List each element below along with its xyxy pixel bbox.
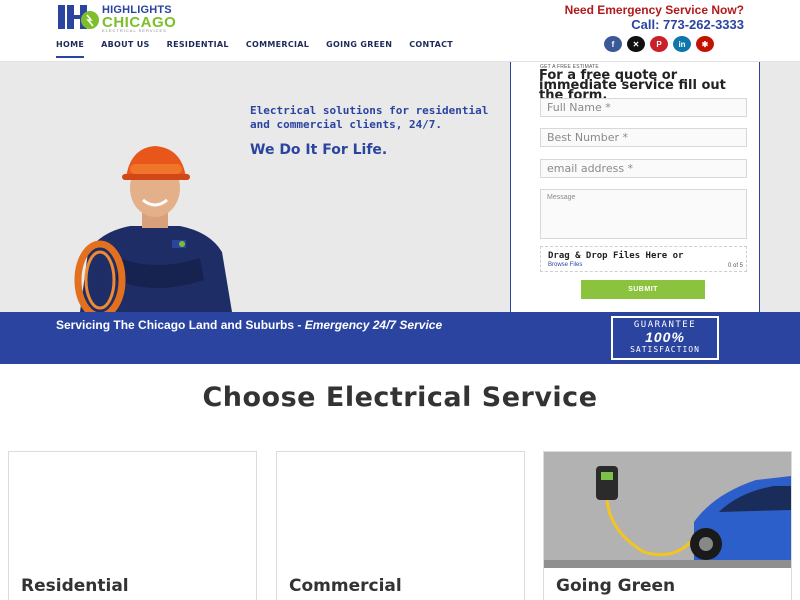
x-icon[interactable]: ✕ — [627, 36, 645, 52]
nav-about-us[interactable]: ABOUT US — [101, 40, 150, 58]
upload-count: 0 of 5 — [727, 263, 743, 269]
social-links: f ✕ P in ✱ — [604, 36, 714, 52]
card-label-residential: Residential — [21, 576, 129, 596]
service-card-residential[interactable]: Residential — [8, 451, 257, 600]
nav-home[interactable]: HOME — [56, 40, 85, 58]
ev-charging-photo — [544, 452, 791, 568]
nav-residential[interactable]: RESIDENTIAL — [167, 40, 229, 58]
file-upload-dropzone[interactable]: Drag & Drop Files Here or Browse Files 0… — [540, 246, 747, 272]
main-nav: HOME ABOUT US RESIDENTIAL COMMERCIAL GOI… — [56, 40, 470, 58]
submit-button[interactable]: SUBMIT — [581, 280, 705, 299]
yelp-icon[interactable]: ✱ — [696, 36, 714, 52]
card-label-going-green: Going Green — [556, 576, 676, 596]
upload-instruction: Drag & Drop Files Here or — [548, 251, 684, 261]
linkedin-icon[interactable]: in — [673, 36, 691, 52]
phone-link[interactable]: Call: 773-262-3333 — [631, 17, 744, 32]
nav-going-green[interactable]: GOING GREEN — [326, 40, 392, 58]
page: HIGHLIGHTS CHICAGO ELECTRICAL SERVICES H… — [0, 0, 800, 600]
card-label-commercial: Commercial — [289, 576, 402, 596]
emergency-heading: Need Emergency Service Now? — [564, 3, 744, 17]
phone-field[interactable]: Best Number * — [540, 128, 747, 147]
guarantee-bottom-text: SATISFACTION — [630, 345, 700, 354]
pinterest-icon[interactable]: P — [650, 36, 668, 52]
guarantee-badge: GUARANTEE 100% SATISFACTION — [611, 316, 719, 360]
nav-commercial[interactable]: COMMERCIAL — [246, 40, 309, 58]
service-area-text: Servicing The Chicago Land and Suburbs -… — [56, 318, 442, 332]
hero-description: Electrical solutions for residential and… — [250, 104, 489, 131]
service-card-going-green[interactable]: Going Green — [543, 451, 792, 600]
service-area-label: Servicing The Chicago Land and Suburbs - — [56, 318, 305, 332]
message-field[interactable]: Message — [540, 189, 747, 239]
site-logo[interactable]: HIGHLIGHTS CHICAGO ELECTRICAL SERVICES — [56, 3, 206, 33]
electrician-photo — [74, 146, 232, 312]
hero-tagline: We Do It For Life. — [250, 142, 388, 158]
form-title: For a free quote or immediate service fi… — [539, 68, 726, 103]
service-card-commercial[interactable]: Commercial — [276, 451, 525, 600]
nav-contact[interactable]: CONTACT — [409, 40, 453, 58]
logo-tagline: ELECTRICAL SERVICES — [102, 28, 167, 33]
site-header: HIGHLIGHTS CHICAGO ELECTRICAL SERVICES H… — [0, 0, 800, 62]
guarantee-percent: 100% — [645, 329, 685, 345]
logo-mark-icon — [58, 5, 99, 29]
email-field[interactable]: email address * — [540, 159, 747, 178]
facebook-icon[interactable]: f — [604, 36, 622, 52]
full-name-field[interactable]: Full Name * — [540, 98, 747, 117]
browse-files-link[interactable]: Browse Files — [548, 262, 582, 268]
emergency-service-label: Emergency 24/7 Service — [304, 318, 443, 332]
services-heading: Choose Electrical Service — [202, 382, 598, 413]
